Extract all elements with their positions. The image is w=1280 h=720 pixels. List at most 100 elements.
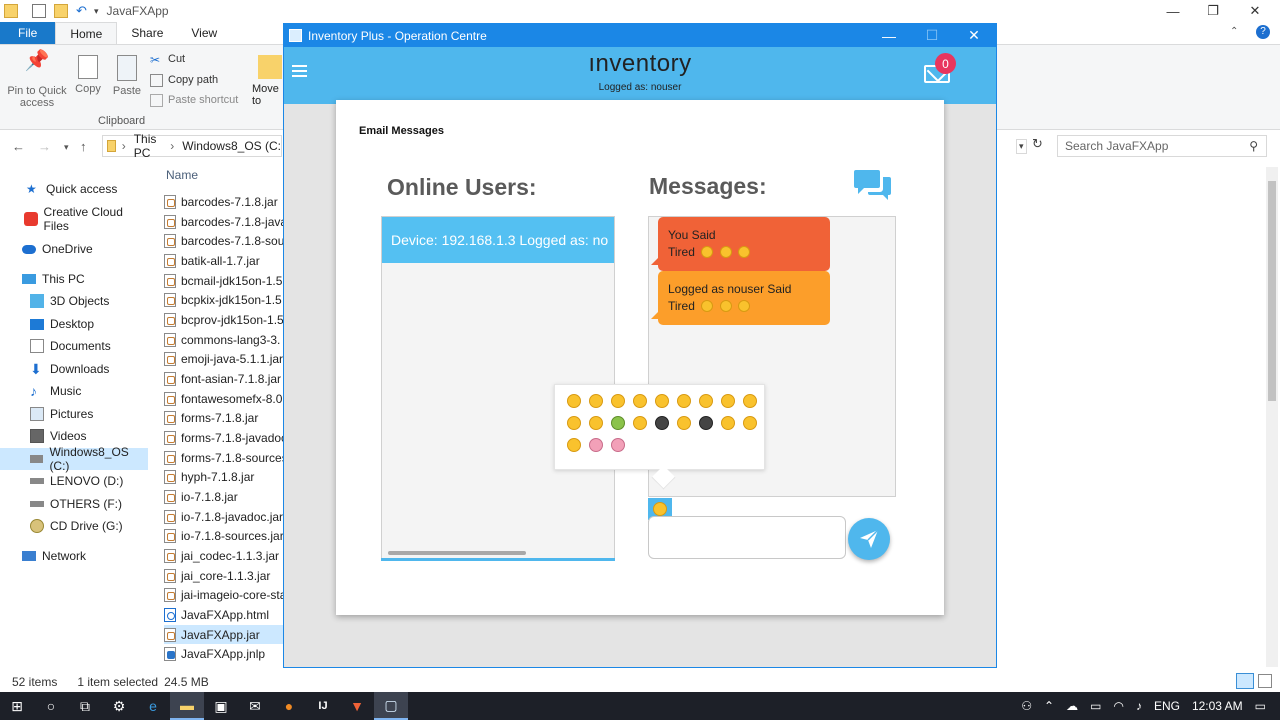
online-user-row[interactable]: Device: 192.168.1.3 Logged as: no — [382, 217, 614, 263]
people-icon[interactable]: ⚇ — [1021, 699, 1032, 713]
nav-item-documents[interactable]: Documents — [0, 335, 148, 357]
smirk-emoji-icon[interactable] — [743, 416, 757, 430]
store-icon[interactable]: ▣ — [204, 692, 238, 720]
search-input[interactable]: Search JavaFXApp ⚲ — [1057, 135, 1267, 157]
paste-shortcut-button[interactable]: Paste shortcut — [150, 91, 238, 109]
vertical-scrollbar[interactable] — [1266, 167, 1278, 667]
paste-button[interactable]: Paste — [110, 55, 144, 97]
file-row[interactable]: commons-lang3-3. — [164, 330, 284, 349]
pin-to-quick-access-button[interactable]: 📌 Pin to Quick access — [6, 51, 68, 109]
file-row[interactable]: jai-imageio-core-sta — [164, 585, 284, 604]
input-language[interactable]: ENG — [1154, 699, 1180, 713]
breadcrumb-drive[interactable]: Windows8_OS (C: — [182, 139, 281, 153]
handshake-emoji-icon[interactable] — [721, 416, 735, 430]
unamused-emoji-icon[interactable] — [677, 394, 691, 408]
file-row[interactable]: forms-7.1.8-javadoc — [164, 428, 284, 447]
customize-qa-icon[interactable]: ▾ — [94, 6, 99, 17]
notification-icon[interactable]: ▭ — [1255, 699, 1266, 713]
horizontal-scrollbar[interactable] — [388, 551, 526, 555]
app-maximize-icon[interactable]: ☐ — [910, 24, 954, 47]
battery-icon[interactable]: ▭ — [1090, 699, 1101, 713]
address-dropdown-icon[interactable]: ▾ — [1016, 139, 1027, 154]
file-row[interactable]: io-7.1.8-javadoc.jar — [164, 507, 284, 526]
column-header-name[interactable]: Name — [166, 168, 198, 182]
nav-item-desktop[interactable]: Desktop — [0, 313, 148, 335]
tongue-emoji-icon[interactable] — [699, 394, 713, 408]
file-row[interactable]: JavaFXApp.html — [164, 605, 284, 624]
move-to-button[interactable]: Move to — [252, 55, 286, 107]
nav-item-onedrive[interactable]: OneDrive — [0, 238, 148, 260]
undo-icon[interactable]: ↶ — [76, 4, 90, 18]
file-row[interactable]: forms-7.1.8-sources — [164, 448, 284, 467]
file-row[interactable]: bcprov-jdk15on-1.5 — [164, 310, 284, 329]
kiss-emoji-icon[interactable] — [721, 394, 735, 408]
tab-share[interactable]: Share — [117, 22, 177, 44]
file-row[interactable]: forms-7.1.8.jar — [164, 408, 284, 427]
nav-item-3d-objects[interactable]: 3D Objects — [0, 290, 148, 312]
properties-icon[interactable] — [32, 4, 46, 18]
clock-time[interactable]: 12:03 AM — [1192, 699, 1243, 713]
crown-emoji-icon[interactable] — [633, 416, 647, 430]
new-folder-icon[interactable] — [54, 4, 68, 18]
hug-emoji-icon[interactable] — [611, 438, 625, 452]
wifi-icon[interactable]: ◠ — [1113, 699, 1123, 713]
nav-item-downloads[interactable]: ⬇ Downloads — [0, 358, 148, 380]
file-row[interactable]: io-7.1.8.jar — [164, 487, 284, 506]
nauseated-emoji-icon[interactable] — [611, 416, 625, 430]
eyes-emoji-icon[interactable] — [699, 416, 713, 430]
app-close-icon[interactable]: ✕ — [952, 24, 996, 47]
person-emoji-icon[interactable] — [567, 438, 581, 452]
send-button[interactable] — [848, 518, 890, 560]
sunglasses-emoji-icon[interactable] — [589, 416, 603, 430]
back-arrow-icon[interactable]: ← — [12, 139, 25, 154]
nav-item-lenovo[interactable]: LENOVO (D:) — [0, 470, 148, 492]
nav-item-music[interactable]: ♪ Music — [0, 380, 148, 402]
up-arrow-icon[interactable]: ↑ — [80, 139, 87, 154]
file-row[interactable]: fontawesomefx-8.0. — [164, 389, 284, 408]
tab-file[interactable]: File — [0, 22, 56, 44]
glasses-emoji-icon[interactable] — [655, 416, 669, 430]
cut-button[interactable]: ✂ Cut — [150, 50, 185, 68]
search-circle-icon[interactable]: ○ — [34, 692, 68, 720]
nav-item-this-pc[interactable]: This PC — [0, 268, 148, 290]
file-row[interactable]: barcodes-7.1.8-sour — [164, 231, 284, 250]
recent-chevron-icon[interactable]: ▾ — [64, 142, 69, 153]
settings-app-icon[interactable]: ⚙ — [102, 692, 136, 720]
chevron-up-icon[interactable]: ⌃ — [1230, 26, 1238, 37]
onedrive-tray-icon[interactable]: ☁ — [1066, 699, 1078, 713]
pensive-emoji-icon[interactable] — [567, 416, 581, 430]
close-icon[interactable]: ✕ — [1232, 0, 1278, 22]
file-row[interactable]: barcodes-7.1.8-java — [164, 212, 284, 231]
app-minimize-icon[interactable]: — — [867, 24, 911, 47]
notification-badge[interactable]: 0 — [935, 53, 956, 74]
heart-eyes-emoji-icon[interactable] — [743, 394, 757, 408]
volume-icon[interactable]: ♪ — [1136, 699, 1142, 713]
task-view-icon[interactable]: ⧉ — [68, 692, 102, 720]
address-bar[interactable]: › This PC › Windows8_OS (C: — [102, 132, 282, 160]
firefox-icon[interactable]: ● — [272, 692, 306, 720]
file-row[interactable]: font-asian-7.1.8.jar — [164, 369, 284, 388]
edge-browser-icon[interactable]: e — [136, 692, 170, 720]
help-icon[interactable]: ? — [1256, 25, 1270, 39]
chevron-up-icon[interactable]: ⌃ — [1044, 699, 1054, 713]
nav-item-others[interactable]: OTHERS (F:) — [0, 493, 148, 515]
file-row[interactable]: emoji-java-5.1.1.jar — [164, 349, 284, 368]
file-row[interactable]: JavaFXApp.jar — [164, 625, 284, 644]
file-explorer-icon[interactable]: ▬ — [170, 692, 204, 720]
java-app-icon[interactable]: ▢ — [374, 692, 408, 720]
file-row[interactable]: JavaFXApp.jnlp — [164, 644, 284, 663]
file-row[interactable]: bcpkix-jdk15on-1.5 — [164, 290, 284, 309]
smile-emoji-icon[interactable] — [633, 394, 647, 408]
file-row[interactable]: jai_core-1.1.3.jar — [164, 566, 284, 585]
nav-item-quick-access[interactable]: ★ Quick access — [0, 178, 148, 200]
nav-item-videos[interactable]: Videos — [0, 425, 148, 447]
intellij-icon[interactable]: IJ — [306, 692, 340, 720]
windows-start-icon[interactable]: ⊞ — [0, 692, 34, 720]
restore-icon[interactable]: ❐ — [1190, 0, 1236, 22]
refresh-icon[interactable]: ↻ — [1032, 136, 1043, 152]
forward-arrow-icon[interactable]: → — [38, 139, 51, 154]
file-row[interactable]: hyph-7.1.8.jar — [164, 467, 284, 486]
file-row[interactable]: jai_codec-1.1.3.jar — [164, 546, 284, 565]
nav-item-windows8-os[interactable]: Windows8_OS (C:) — [0, 445, 148, 473]
money-face-emoji-icon[interactable] — [655, 394, 669, 408]
